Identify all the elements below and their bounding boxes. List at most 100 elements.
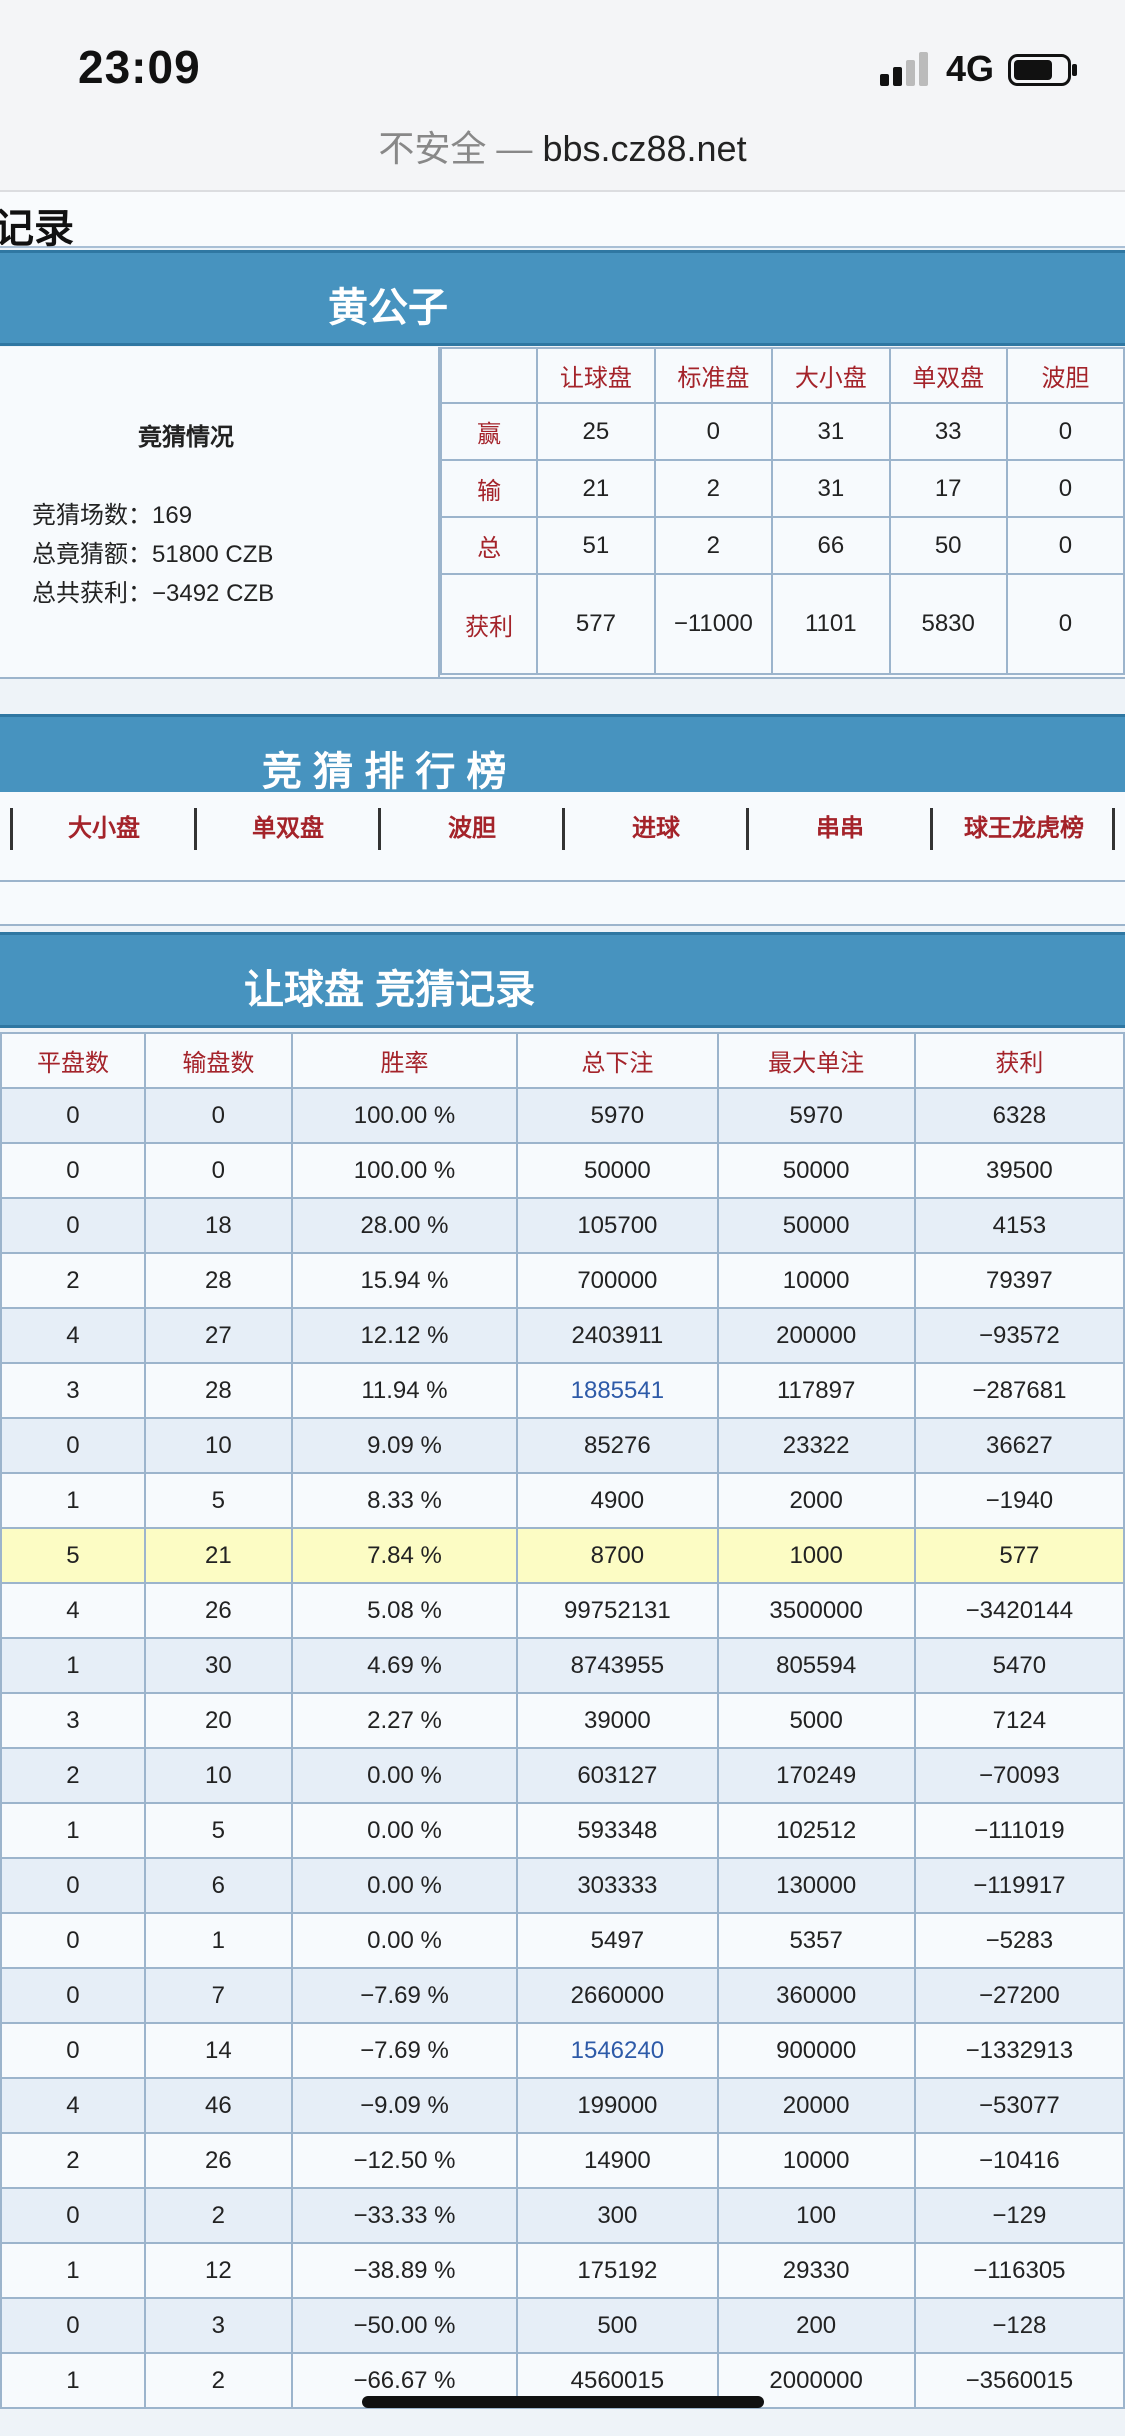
page-title: 记录 — [0, 207, 74, 251]
rank-tab-parlay[interactable]: 串串 — [746, 808, 931, 850]
table-cell: −1940 — [913, 1472, 1125, 1529]
table-row: 0 1 0.00 % 5497 5357 −5283 — [0, 1912, 1125, 1969]
table-cell: 39000 — [516, 1692, 719, 1749]
table-cell: 5970 — [516, 1087, 719, 1144]
table-row: 0 0 100.00 % 5970 5970 6328 — [0, 1087, 1125, 1144]
stats-row-label: 总 — [439, 516, 539, 575]
stats-row-profit: 获利 577 −11000 1101 5830 0 — [439, 573, 1125, 675]
stats-cell: 51 — [536, 516, 656, 575]
table-row: 5 21 7.84 % 8700 1000 577 — [0, 1527, 1125, 1584]
table-cell: 1 — [0, 1472, 146, 1529]
table-cell: 2 — [0, 1252, 146, 1309]
table-row: 2 28 15.94 % 700000 10000 79397 — [0, 1252, 1125, 1309]
table-cell: −10416 — [913, 2132, 1125, 2189]
stats-cell: 66 — [771, 516, 891, 575]
table-cell: 0.00 % — [290, 1912, 519, 1969]
table-cell: 5470 — [913, 1637, 1125, 1694]
summary-line-count: 竞猜场数：169 — [32, 502, 193, 529]
table-cell: 5.08 % — [290, 1582, 519, 1639]
profile-summary: 竟猜情况 竞猜场数：169 总竟猜额：51800 CZB 总共获利：−3492 … — [0, 347, 440, 677]
table-row: 4 27 12.12 % 2403911 200000 −93572 — [0, 1307, 1125, 1364]
stats-cell: 0 — [1005, 459, 1125, 518]
column-header[interactable]: 获利 — [913, 1032, 1125, 1089]
table-cell: 1 — [0, 1802, 146, 1859]
bet-total-link[interactable]: 1546240 — [516, 2022, 719, 2079]
table-cell: 28.00 % — [290, 1197, 519, 1254]
column-header[interactable]: 平盘数 — [0, 1032, 146, 1089]
table-row: 4 46 −9.09 % 199000 20000 −53077 — [0, 2077, 1125, 2134]
ranking-tabs: 大小盘 单双盘 波胆 进球 串串 球王龙虎榜 — [0, 792, 1125, 882]
status-time: 23:09 — [78, 41, 201, 93]
table-cell: 7.84 % — [290, 1527, 519, 1584]
column-header[interactable]: 最大单注 — [716, 1032, 916, 1089]
stats-row-total: 总 51 2 66 50 0 — [439, 516, 1125, 575]
rank-tab-correct-score[interactable]: 波胆 — [378, 808, 563, 850]
records-title: 让球盘 竞猜记录 — [244, 968, 536, 1012]
table-cell: 4.69 % — [290, 1637, 519, 1694]
table-cell: 5357 — [716, 1912, 916, 1969]
table-cell: 14900 — [516, 2132, 719, 2189]
table-cell: 805594 — [716, 1637, 916, 1694]
table-cell: 170249 — [716, 1747, 916, 1804]
table-cell: −116305 — [913, 2242, 1125, 2299]
column-header[interactable]: 胜率 — [290, 1032, 519, 1089]
stats-header: 大小盘 — [771, 347, 891, 404]
table-cell: 2 — [0, 2132, 146, 2189]
table-cell: 29330 — [716, 2242, 916, 2299]
table-cell: −38.89 % — [290, 2242, 519, 2299]
table-cell: 12.12 % — [290, 1307, 519, 1364]
status-bar: 23:09 4G — [0, 0, 1125, 118]
table-cell: 102512 — [716, 1802, 916, 1859]
table-row: 0 7 −7.69 % 2660000 360000 −27200 — [0, 1967, 1125, 2024]
stats-header: 单双盘 — [888, 347, 1008, 404]
url-bar[interactable]: 不安全 — bbs.cz88.net — [0, 118, 1125, 192]
table-cell: −111019 — [913, 1802, 1125, 1859]
table-row: 3 20 2.27 % 39000 5000 7124 — [0, 1692, 1125, 1749]
table-cell: −5283 — [913, 1912, 1125, 1969]
column-header[interactable]: 输盘数 — [143, 1032, 293, 1089]
table-cell: −50.00 % — [290, 2297, 519, 2354]
stats-header: 让球盘 — [536, 347, 656, 404]
table-cell: 50000 — [716, 1142, 916, 1199]
table-cell: 2 — [143, 2352, 293, 2409]
table-cell: 2.27 % — [290, 1692, 519, 1749]
table-cell: 1 — [0, 2242, 146, 2299]
stats-cell: 2 — [653, 516, 774, 575]
rank-tab-goals[interactable]: 进球 — [562, 808, 747, 850]
column-header[interactable]: 总下注 — [516, 1032, 719, 1089]
table-cell: 6328 — [913, 1087, 1125, 1144]
table-cell: 1 — [0, 2352, 146, 2409]
stats-cell: 0 — [653, 402, 774, 461]
table-cell: 0 — [0, 1967, 146, 2024]
records-table: 平盘数 输盘数 胜率 总下注 最大单注 获利 0 0 100.00 % 5970 5970 6328 0… — [0, 1032, 1125, 2409]
bet-total-link[interactable]: 1885541 — [516, 1362, 719, 1419]
stats-row-lose: 输 21 2 31 17 0 — [439, 459, 1125, 518]
stats-row-label: 输 — [439, 459, 539, 518]
table-row: 1 12 −38.89 % 175192 29330 −116305 — [0, 2242, 1125, 2299]
battery-icon — [1008, 54, 1077, 86]
rank-tab-over-under[interactable]: 大小盘 — [10, 808, 195, 850]
stats-cell: 31 — [771, 402, 891, 461]
network-type: 4G — [946, 48, 995, 89]
stats-cell: 31 — [771, 459, 891, 518]
table-cell: 300 — [516, 2187, 719, 2244]
table-row: 4 26 5.08 % 99752131 3500000 −3420144 — [0, 1582, 1125, 1639]
stats-cell: 577 — [536, 573, 656, 675]
rank-tab-odd-even[interactable]: 单双盘 — [194, 808, 379, 850]
table-row: 0 14 −7.69 % 1546240 900000 −1332913 — [0, 2022, 1125, 2079]
stats-cell: 1101 — [771, 573, 891, 675]
table-row: 0 6 0.00 % 303333 130000 −119917 — [0, 1857, 1125, 1914]
table-cell: 2000 — [716, 1472, 916, 1529]
table-row: 0 0 100.00 % 50000 50000 39500 — [0, 1142, 1125, 1199]
table-cell: 26 — [143, 2132, 293, 2189]
table-cell: −287681 — [913, 1362, 1125, 1419]
table-cell: 7124 — [913, 1692, 1125, 1749]
rank-tab-king-board[interactable]: 球王龙虎榜 — [930, 808, 1115, 850]
table-cell: 100 — [716, 2187, 916, 2244]
home-indicator[interactable] — [362, 2396, 764, 2408]
table-cell: 99752131 — [516, 1582, 719, 1639]
table-cell: 0 — [0, 2022, 146, 2079]
stats-row-label: 赢 — [439, 402, 539, 461]
profile-name: 黄公子 — [328, 286, 448, 330]
rank-divider — [1112, 808, 1115, 850]
